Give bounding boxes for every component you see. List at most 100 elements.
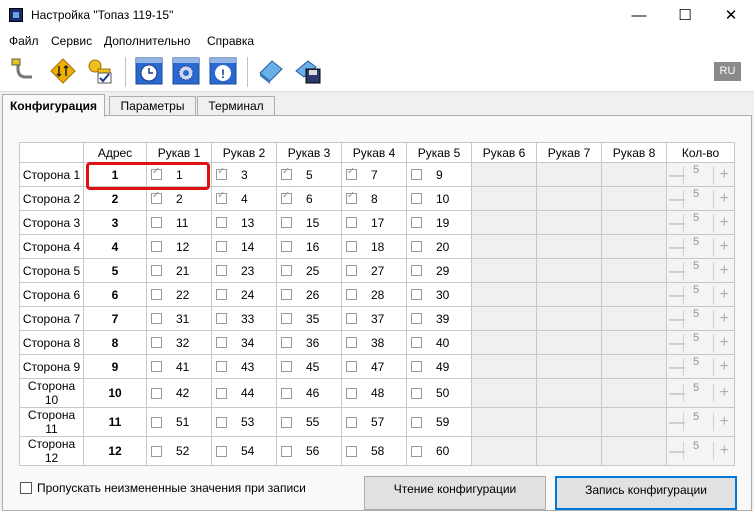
plus-icon[interactable]: + [720, 214, 729, 232]
tab-configuration[interactable]: Конфигурация [2, 94, 105, 117]
plus-icon[interactable]: + [720, 334, 729, 352]
ruk-checkbox[interactable] [346, 313, 357, 325]
ruk-checkbox[interactable] [281, 416, 292, 428]
ruk-checkbox[interactable] [411, 265, 422, 277]
count-stepper[interactable]: —5 + [667, 308, 734, 330]
ruk-checkbox[interactable] [411, 241, 422, 253]
ruk-checkbox[interactable] [411, 193, 422, 205]
ruk-checkbox[interactable] [281, 190, 292, 205]
read-config-button[interactable]: Чтение конфигурации [364, 476, 546, 510]
address-cell[interactable]: 6 [83, 282, 147, 307]
tab-terminal[interactable]: Терминал [197, 96, 275, 116]
ruk-checkbox[interactable] [216, 289, 227, 301]
count-stepper[interactable]: —5 + [667, 332, 734, 354]
count-stepper[interactable]: —5 + [667, 382, 734, 404]
open-book-icon[interactable] [257, 57, 285, 85]
exchange-icon[interactable] [49, 57, 77, 85]
ruk-checkbox[interactable] [346, 445, 357, 457]
ruk-checkbox[interactable] [411, 289, 422, 301]
ruk-checkbox[interactable] [346, 387, 357, 399]
menu-service[interactable]: Сервис [51, 34, 92, 48]
address-cell[interactable]: 8 [83, 330, 147, 355]
connect-cable-icon[interactable] [8, 57, 36, 85]
menu-additional[interactable]: Дополнительно [104, 34, 190, 48]
ruk-checkbox[interactable] [281, 241, 292, 253]
plus-icon[interactable]: + [720, 442, 729, 460]
count-stepper[interactable]: —5 + [667, 164, 734, 186]
ruk-checkbox[interactable] [346, 265, 357, 277]
ruk-checkbox[interactable] [151, 445, 162, 457]
ruk-checkbox[interactable] [346, 416, 357, 428]
plus-icon[interactable]: + [720, 358, 729, 376]
ruk-checkbox[interactable] [216, 416, 227, 428]
save-disk-icon[interactable] [294, 57, 322, 85]
address-cell[interactable]: 12 [83, 436, 147, 466]
ruk-checkbox[interactable] [151, 265, 162, 277]
write-config-button[interactable]: Запись конфигурации [555, 476, 737, 510]
ruk-checkbox[interactable] [281, 361, 292, 373]
ruk-checkbox[interactable] [151, 190, 162, 205]
ruk-checkbox[interactable] [151, 241, 162, 253]
ruk-checkbox[interactable] [346, 166, 357, 181]
menu-help[interactable]: Справка [207, 34, 254, 48]
ruk-checkbox[interactable] [411, 387, 422, 399]
address-cell[interactable]: 2 [83, 186, 147, 211]
key-check-icon[interactable] [86, 57, 114, 85]
count-stepper[interactable]: —5 + [667, 188, 734, 210]
address-cell[interactable]: 11 [83, 407, 147, 437]
count-stepper[interactable]: —5 + [667, 284, 734, 306]
ruk-checkbox[interactable] [216, 313, 227, 325]
address-cell[interactable]: 7 [83, 306, 147, 331]
plus-icon[interactable]: + [720, 166, 729, 184]
info-icon[interactable]: ! [209, 57, 237, 85]
ruk-checkbox[interactable] [411, 445, 422, 457]
language-indicator[interactable]: RU [714, 62, 741, 81]
skip-unchanged-checkbox[interactable] [20, 482, 32, 494]
close-button[interactable]: ✕ [708, 0, 754, 31]
ruk-checkbox[interactable] [216, 265, 227, 277]
plus-icon[interactable]: + [720, 286, 729, 304]
clock-icon[interactable] [135, 57, 163, 85]
address-cell[interactable]: 9 [83, 354, 147, 379]
tab-parameters[interactable]: Параметры [109, 96, 196, 116]
address-cell[interactable]: 3 [83, 210, 147, 235]
ruk-checkbox[interactable] [411, 361, 422, 373]
address-cell[interactable]: 4 [83, 234, 147, 259]
ruk-checkbox[interactable] [281, 337, 292, 349]
plus-icon[interactable]: + [720, 310, 729, 328]
ruk-checkbox[interactable] [411, 313, 422, 325]
ruk-checkbox[interactable] [411, 169, 422, 181]
address-cell[interactable]: 5 [83, 258, 147, 283]
ruk-checkbox[interactable] [151, 313, 162, 325]
count-stepper[interactable]: —5 + [667, 356, 734, 378]
ruk-checkbox[interactable] [151, 217, 162, 229]
ruk-checkbox[interactable] [281, 445, 292, 457]
ruk-checkbox[interactable] [346, 289, 357, 301]
count-stepper[interactable]: —5 + [667, 236, 734, 258]
ruk-checkbox[interactable] [411, 337, 422, 349]
plus-icon[interactable]: + [720, 190, 729, 208]
ruk-checkbox[interactable] [216, 337, 227, 349]
ruk-checkbox[interactable] [151, 361, 162, 373]
ruk-checkbox[interactable] [151, 289, 162, 301]
plus-icon[interactable]: + [720, 413, 729, 431]
ruk-checkbox[interactable] [281, 289, 292, 301]
address-cell[interactable]: 10 [83, 378, 147, 408]
ruk-checkbox[interactable] [151, 416, 162, 428]
ruk-checkbox[interactable] [216, 190, 227, 205]
ruk-checkbox[interactable] [151, 337, 162, 349]
ruk-checkbox[interactable] [346, 337, 357, 349]
ruk-checkbox[interactable] [411, 416, 422, 428]
ruk-checkbox[interactable] [216, 166, 227, 181]
ruk-checkbox[interactable] [281, 313, 292, 325]
plus-icon[interactable]: + [720, 384, 729, 402]
maximize-button[interactable]: ☐ [662, 0, 708, 31]
ruk-checkbox[interactable] [346, 361, 357, 373]
ruk-checkbox[interactable] [281, 217, 292, 229]
ruk-checkbox[interactable] [346, 241, 357, 253]
ruk-checkbox[interactable] [411, 217, 422, 229]
minimize-button[interactable]: — [616, 0, 662, 31]
ruk-checkbox[interactable] [216, 445, 227, 457]
ruk-checkbox[interactable] [216, 241, 227, 253]
count-stepper[interactable]: —5 + [667, 411, 734, 433]
